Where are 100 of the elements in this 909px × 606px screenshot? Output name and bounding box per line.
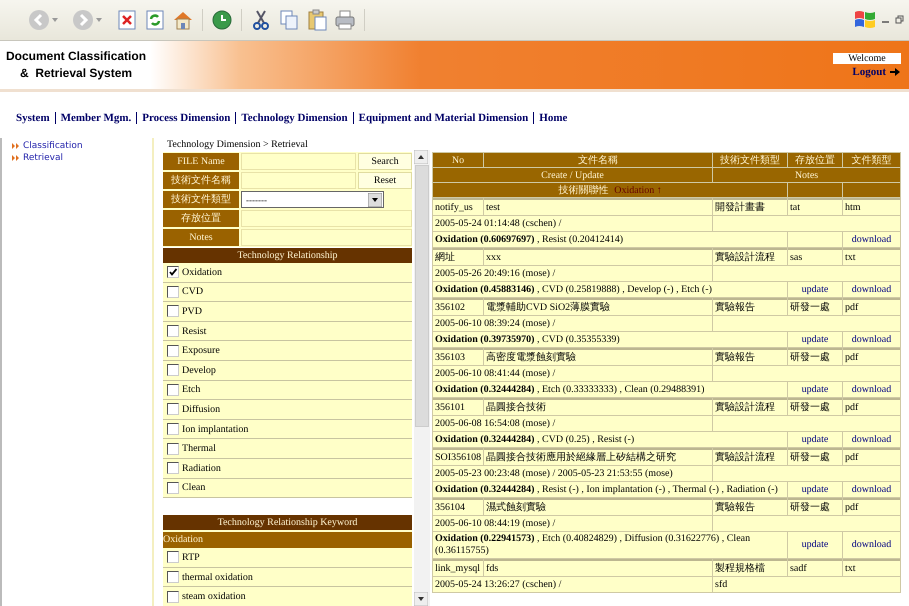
checkbox[interactable]: [167, 344, 179, 357]
checkbox[interactable]: [167, 462, 179, 474]
checkbox[interactable]: [167, 423, 179, 436]
column-header: 文件名稱: [484, 153, 712, 167]
form-button[interactable]: Search: [358, 153, 412, 170]
checkbox-label: Ion implantation: [182, 424, 248, 435]
checkbox[interactable]: [167, 482, 179, 494]
checkbox[interactable]: [167, 305, 179, 318]
nav-link[interactable]: Technology Dimension: [235, 112, 353, 124]
table-cell: htm: [843, 198, 900, 215]
table-cell: 2005-06-08 16:54:08 (mose) /: [433, 416, 712, 431]
checkbox-label: CVD: [182, 286, 204, 298]
table-cell: pdf: [843, 298, 900, 315]
table-cell: 濕式蝕刻實驗: [484, 498, 712, 515]
home-icon[interactable]: [172, 9, 194, 31]
nav-link[interactable]: Equipment and Material Dimension: [352, 112, 534, 124]
checkbox[interactable]: [167, 286, 179, 298]
column-header: Notes: [713, 168, 900, 182]
refresh-icon[interactable]: [144, 9, 166, 31]
table-cell: Oxidation (0.60697697) , Resist (0.20412414): [433, 232, 787, 247]
table-cell: xxx: [484, 248, 712, 265]
checkbox[interactable]: [167, 403, 179, 416]
double-chevron-icon: [12, 155, 20, 161]
input-field[interactable]: [241, 172, 356, 189]
table-cell: Oxidation (0.32444284) , Resist (-) , Ion implantation (-) , Thermal (-) , Radiation (-): [433, 482, 787, 497]
checkbox[interactable]: [167, 442, 179, 455]
input-field[interactable]: [241, 153, 356, 170]
column-header: No: [433, 153, 483, 167]
checkbox[interactable]: [167, 551, 179, 564]
table-cell: sfd: [713, 577, 900, 592]
printer-icon[interactable]: [334, 9, 356, 31]
nav-link[interactable]: System: [16, 112, 55, 124]
table-cell: 晶圓接合技術應用於絕緣層上矽結構之研究: [484, 448, 712, 465]
field-label: FILE Name: [163, 153, 239, 170]
table-cell: pdf: [843, 498, 900, 515]
checkbox[interactable]: [167, 571, 179, 584]
table-cell: 2005-05-24 13:26:27 (cschen) /: [433, 577, 712, 592]
scroll-up-icon[interactable]: [414, 150, 428, 164]
table-cell: pdf: [843, 448, 900, 465]
checkbox[interactable]: [167, 364, 179, 376]
scrollbar[interactable]: [414, 150, 430, 606]
table-cell: fds: [484, 559, 712, 576]
checkbox[interactable]: [167, 325, 179, 338]
nav-link[interactable]: Home: [533, 112, 572, 124]
checkbox-label: Radiation: [182, 462, 221, 474]
sidebar-link[interactable]: Retrieval: [23, 153, 63, 163]
table-cell: 研發一處: [788, 448, 842, 465]
table-cell: 2005-06-10 08:44:19 (mose) /: [433, 516, 712, 531]
table-cell: 製程規格檔: [713, 559, 787, 576]
table-cell: test: [484, 198, 712, 215]
checkbox-label: Diffusion: [182, 404, 220, 415]
paste-icon[interactable]: [306, 9, 328, 31]
checkbox-label: Resist: [182, 326, 206, 337]
nav-link[interactable]: Member Mgm.: [54, 112, 136, 124]
nav-link[interactable]: Process Dimension: [136, 112, 236, 124]
input-field[interactable]: [241, 210, 412, 227]
copy-icon[interactable]: [278, 9, 300, 31]
table-cell: Oxidation (0.32444284) , Etch (0.33333333) , Clean (0.29488391): [433, 382, 787, 397]
table-cell: 研發一處: [788, 498, 842, 515]
form-button[interactable]: Reset: [358, 172, 412, 189]
table-cell: pdf: [843, 348, 900, 365]
table-cell: Oxidation (0.45883146) , CVD (0.25819888) , Develop (-) , Etch (-): [433, 282, 787, 297]
table-cell: 電漿輔助CVD SiO2薄膜實驗: [484, 298, 712, 315]
restore-icon[interactable]: [895, 15, 905, 25]
table-cell: 356103: [433, 348, 483, 365]
table-cell: notify_us: [433, 198, 483, 215]
table-cell: 實驗設計流程: [713, 448, 787, 465]
table-cell: txt: [843, 559, 900, 576]
flag-logo-icon: [853, 9, 877, 31]
table-cell: 晶圓接合技術: [484, 398, 712, 415]
table-cell: txt: [843, 248, 900, 265]
stop-icon[interactable]: [116, 9, 138, 31]
breadcrumb: Technology Dimension > Retrieval: [166, 138, 309, 152]
table-cell: 2005-05-26 20:49:16 (mose) /: [433, 266, 712, 281]
table-cell: SOI356108: [433, 448, 483, 465]
app-subtitle: & Retrieval System: [19, 65, 134, 82]
table-cell: 實驗報告: [713, 498, 787, 515]
arrow-icon[interactable]: [889, 66, 901, 76]
column-header: 技術關聯性: [558, 184, 608, 196]
checkbox[interactable]: [167, 384, 179, 396]
dropdown-field[interactable]: -------: [241, 191, 384, 208]
checkbox[interactable]: [167, 266, 179, 278]
input-field[interactable]: [241, 229, 412, 246]
table-cell: sas: [788, 248, 842, 265]
column-header: 存放位置: [788, 153, 842, 167]
scissors-icon[interactable]: [250, 9, 272, 31]
table-cell: 356101: [433, 398, 483, 415]
table-cell: Oxidation (0.22941573) , Etch (0.40824829) , Diffusion (0.31622776) , Clean (0.36115755): [433, 532, 787, 558]
checkbox[interactable]: [167, 590, 179, 603]
table-cell: 網址: [433, 248, 483, 265]
logout-link[interactable]: Logout: [852, 66, 886, 78]
section-header: Technology Relationship: [163, 248, 412, 263]
field-label: 存放位置: [163, 210, 239, 227]
checkbox-label: Thermal: [182, 443, 216, 454]
table-cell: link_mysql: [433, 559, 483, 576]
table-cell: 實驗設計流程: [713, 248, 787, 265]
sidebar-link[interactable]: Classification: [23, 141, 83, 151]
history-icon[interactable]: [211, 9, 233, 31]
scroll-down-icon[interactable]: [414, 592, 428, 606]
caret-icon: [368, 192, 382, 206]
